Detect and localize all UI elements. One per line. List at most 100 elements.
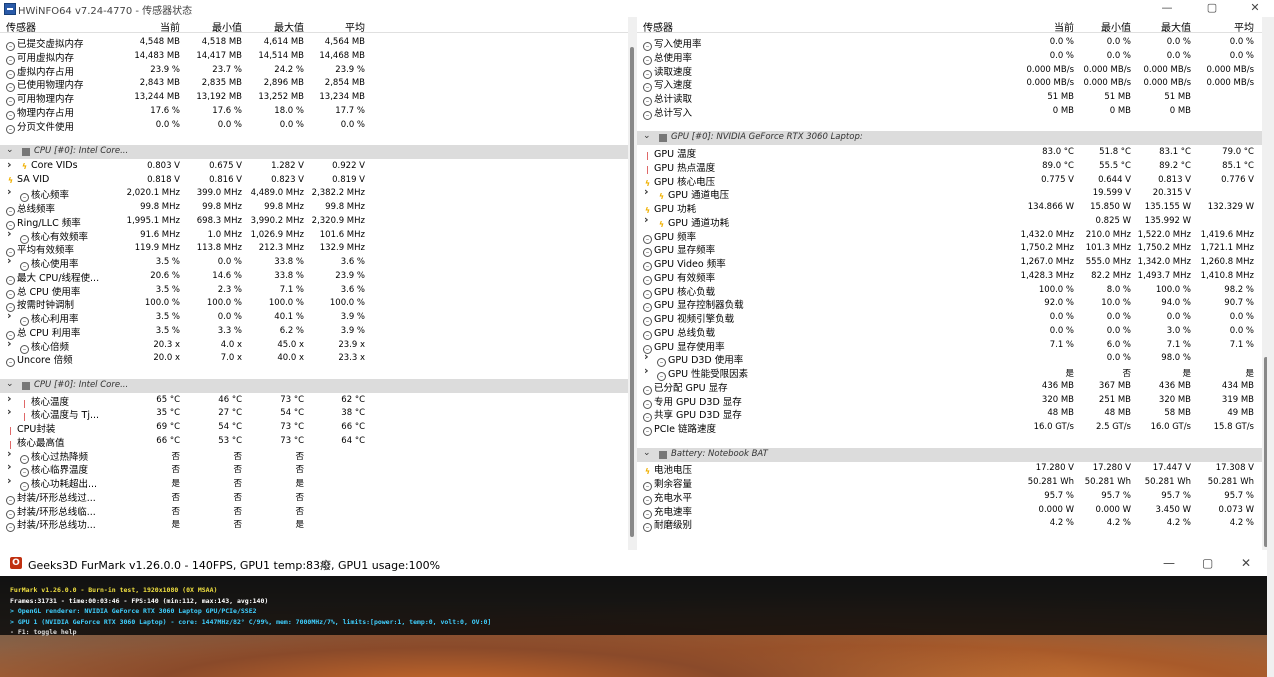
expand-chevron-icon[interactable]: › [7, 227, 12, 240]
sensor-group-header[interactable]: ⌄ CPU [#0]: Intel Core... [0, 378, 628, 393]
furmark-close-button[interactable]: ✕ [1241, 556, 1251, 570]
sensor-row[interactable]: PCIe 链路速度16.0 GT/s2.5 GT/s16.0 GT/s15.8 … [637, 420, 1267, 436]
sensor-row[interactable]: 剩余容量50.281 Wh50.281 Wh50.281 Wh50.281 Wh [637, 475, 1267, 491]
sensor-row[interactable]: 总 CPU 使用率3.5 %2.3 %7.1 %3.6 % [0, 283, 628, 299]
col-max[interactable]: 最大值 [1161, 19, 1191, 34]
sensor-row[interactable]: ›GPU 性能受限因素是否是是 [637, 364, 1267, 381]
col-avg[interactable]: 平均 [345, 19, 365, 34]
sensor-row[interactable]: GPU Video 频率1,267.0 MHz555.0 MHz1,342.0 … [637, 255, 1267, 271]
collapse-chevron-icon[interactable]: ⌄ [643, 448, 651, 458]
expand-chevron-icon[interactable]: › [644, 350, 649, 363]
sensor-row[interactable]: 物理内存占用17.6 %17.6 %18.0 %17.7 % [0, 104, 628, 120]
sensor-group-header[interactable]: ⌄ GPU [#0]: NVIDIA GeForce RTX 3060 Lapto… [637, 131, 1267, 146]
sensor-row[interactable]: ›核心倍频20.3 x4.0 x45.0 x23.9 x [0, 337, 628, 354]
sensor-group-header[interactable]: ⌄ CPU [#0]: Intel Core... [0, 145, 628, 159]
sensor-row[interactable]: 封装/环形总线功... 是 否 是 [0, 516, 628, 533]
sensor-row[interactable]: 写入速度0.000 MB/s0.000 MB/s0.000 MB/s0.000 … [637, 76, 1267, 93]
collapse-chevron-icon[interactable]: ⌄ [6, 379, 14, 389]
sensor-row[interactable]: 耐磨级别 4.2 % 4.2 % 4.2 % 4.2 % [637, 516, 1267, 533]
col-min[interactable]: 最小值 [1101, 19, 1131, 34]
sensor-row[interactable]: GPU 核心负载100.0 %8.0 %100.0 %98.2 % [637, 283, 1267, 299]
sensor-row[interactable]: ›核心有效频率91.6 MHz1.0 MHz1,026.9 MHz101.6 M… [0, 227, 628, 244]
col-current[interactable]: 当前 [1054, 19, 1074, 34]
furmark-maximize-button[interactable]: ▢ [1202, 556, 1213, 570]
sensor-row[interactable]: ›核心功耗超出...是否是 [0, 474, 628, 491]
sensor-row[interactable]: GPU 显存使用率7.1 %6.0 %7.1 %7.1 % [637, 338, 1267, 354]
expand-chevron-icon[interactable]: › [7, 392, 12, 405]
sensor-row[interactable]: 平均有效频率119.9 MHz113.8 MHz212.3 MHz132.9 M… [0, 241, 628, 258]
expand-chevron-icon[interactable]: › [7, 405, 12, 418]
sensor-row[interactable]: ›核心过热降频否否否 [0, 447, 628, 464]
col-max[interactable]: 最大值 [274, 19, 304, 34]
sensor-row[interactable]: ›核心临界温度否否否 [0, 460, 628, 478]
sensor-row[interactable]: ϟ GPU 核心电压 0.775 V 0.644 V 0.813 V 0.776 V [637, 173, 1267, 188]
expand-chevron-icon[interactable]: › [7, 447, 12, 460]
collapse-chevron-icon[interactable]: ⌄ [643, 131, 651, 141]
col-sensor[interactable]: 传感器 [6, 19, 36, 34]
furmark-render-canvas[interactable]: FurMark v1.26.0.0 - Burn-in test, 1920x1… [0, 576, 1267, 677]
sensor-row[interactable]: › ϟ GPU 通道电压 19.599 V 20.315 V [637, 185, 1267, 201]
sensor-row[interactable]: ❘ GPU 热点温度 89.0 °C 55.5 °C 89.2 °C 85.1 °C [637, 159, 1267, 174]
sensor-row[interactable]: 已提交虚拟内存4,548 MB4,518 MB4,614 MB4,564 MB [0, 35, 628, 51]
sensor-row[interactable]: 封装/环形总线过...否否否 [0, 489, 628, 505]
expand-chevron-icon[interactable]: › [644, 364, 649, 377]
sensor-row[interactable]: 虚拟内存占用23.9 %23.7 %24.2 %23.9 % [0, 63, 628, 79]
col-sensor[interactable]: 传感器 [643, 19, 673, 34]
sensor-row[interactable]: 总计读取51 MB51 MB51 MB [637, 90, 1267, 106]
sensor-row[interactable]: Uncore 倍频20.0 x7.0 x40.0 x23.3 x [0, 351, 628, 368]
expand-chevron-icon[interactable]: › [7, 460, 12, 473]
sensor-row[interactable]: 读取速度0.000 MB/s0.000 MB/s0.000 MB/s0.000 … [637, 63, 1267, 79]
sensor-row[interactable]: 可用虚拟内存14,483 MB14,417 MB14,514 MB14,468 … [0, 49, 628, 65]
sensor-row[interactable]: › ❘ 核心温度与 Tj... 35 °C 27 °C 54 °C 38 °C [0, 405, 628, 421]
sensor-row[interactable]: GPU 频率1,432.0 MHz210.0 MHz1,522.0 MHz1,4… [637, 228, 1267, 244]
sensor-row[interactable]: 充电水平95.7 %95.7 %95.7 %95.7 % [637, 489, 1267, 505]
sensor-row[interactable]: 分页文件使用0.0 %0.0 %0.0 %0.0 % [0, 118, 628, 134]
expand-chevron-icon[interactable]: › [7, 185, 12, 198]
scroll-thumb[interactable] [630, 47, 634, 537]
minimize-button[interactable]: — [1156, 1, 1178, 14]
furmark-minimize-button[interactable]: — [1163, 556, 1175, 570]
expand-chevron-icon[interactable]: › [7, 337, 12, 350]
sensor-row[interactable]: 封装/环形总线临...否否否 [0, 503, 628, 519]
expand-chevron-icon[interactable]: › [7, 474, 12, 487]
sensor-row[interactable]: ›核心使用率3.5 %0.0 %33.8 %3.6 % [0, 254, 628, 271]
sensor-row[interactable]: › ϟ GPU 通道功耗 0.825 W 135.992 W [637, 213, 1267, 229]
expand-chevron-icon[interactable]: › [644, 213, 649, 226]
sensor-row[interactable]: 已分配 GPU 显存436 MB367 MB436 MB434 MB [637, 379, 1267, 395]
sensor-row[interactable]: 总计写入0 MB0 MB0 MB [637, 104, 1267, 120]
sensor-group-header[interactable]: ⌄ Battery: Notebook BAT [637, 447, 1267, 462]
sensor-row[interactable]: GPU 显存控制器负载92.0 %10.0 %94.0 %90.7 % [637, 296, 1267, 313]
left-scrollbar[interactable] [628, 17, 636, 550]
sensor-row[interactable]: 最大 CPU/线程使...20.6 %14.6 %33.8 %23.9 % [0, 269, 628, 285]
sensor-row[interactable]: Ring/LLC 频率1,995.1 MHz698.3 MHz3,990.2 M… [0, 214, 628, 230]
close-button[interactable]: ✕ [1244, 1, 1266, 14]
sensor-row[interactable]: 总线频率99.8 MHz99.8 MHz99.8 MHz99.8 MHz [0, 200, 628, 216]
sensor-row[interactable]: 按需时钟调制100.0 %100.0 %100.0 %100.0 % [0, 296, 628, 313]
sensor-row[interactable]: › ❘ 核心温度 65 °C 46 °C 73 °C 62 °C [0, 392, 628, 408]
sensor-row[interactable]: GPU 总线负载0.0 %0.0 %3.0 %0.0 % [637, 324, 1267, 340]
sensor-row[interactable]: GPU 视频引擎负载0.0 %0.0 %0.0 %0.0 % [637, 310, 1267, 326]
sensor-row[interactable]: ❘ CPU封装 69 °C 54 °C 73 °C 66 °C [0, 420, 628, 435]
sensor-row[interactable]: 总 CPU 利用率3.5 %3.3 %6.2 %3.9 % [0, 324, 628, 340]
col-avg[interactable]: 平均 [1234, 19, 1254, 34]
expand-chevron-icon[interactable]: › [644, 185, 649, 198]
col-min[interactable]: 最小值 [212, 19, 242, 34]
sensor-row[interactable]: ❘ GPU 温度 83.0 °C 51.8 °C 83.1 °C 79.0 °C [637, 145, 1267, 160]
sensor-row[interactable]: 充电速率0.000 W0.000 W3.450 W0.073 W [637, 503, 1267, 519]
sensor-row[interactable]: 已使用物理内存2,843 MB2,835 MB2,896 MB2,854 MB [0, 76, 628, 93]
collapse-chevron-icon[interactable]: ⌄ [6, 145, 14, 155]
sensor-row[interactable]: 共享 GPU D3D 显存48 MB48 MB58 MB49 MB [637, 406, 1267, 423]
col-current[interactable]: 当前 [160, 19, 180, 34]
expand-chevron-icon[interactable]: › [7, 309, 12, 322]
sensor-row[interactable]: 总使用率0.0 %0.0 %0.0 %0.0 % [637, 49, 1267, 65]
sensor-row[interactable]: ›核心频率2,020.1 MHz399.0 MHz4,489.0 MHz2,38… [0, 185, 628, 203]
maximize-button[interactable]: ▢ [1201, 1, 1223, 14]
sensor-row[interactable]: ϟ GPU 功耗 134.866 W 15.850 W 135.155 W 132.329… [637, 200, 1267, 215]
sensor-row[interactable]: ›核心利用率3.5 %0.0 %40.1 %3.9 % [0, 309, 628, 326]
sensor-row[interactable]: GPU 有效频率1,428.3 MHz82.2 MHz1,493.7 MHz1,… [637, 269, 1267, 285]
sensor-row[interactable]: ϟ 电池电压 17.280 V 17.280 V 17.447 V 17.308 V [637, 461, 1267, 476]
expand-chevron-icon[interactable]: › [7, 158, 12, 171]
sensor-row[interactable]: GPU 显存频率1,750.2 MHz101.3 MHz1,750.2 MHz1… [637, 241, 1267, 258]
expand-chevron-icon[interactable]: › [7, 254, 12, 267]
sensor-row[interactable]: ϟ SA VID 0.818 V 0.816 V 0.823 V 0.819 V [0, 173, 628, 187]
